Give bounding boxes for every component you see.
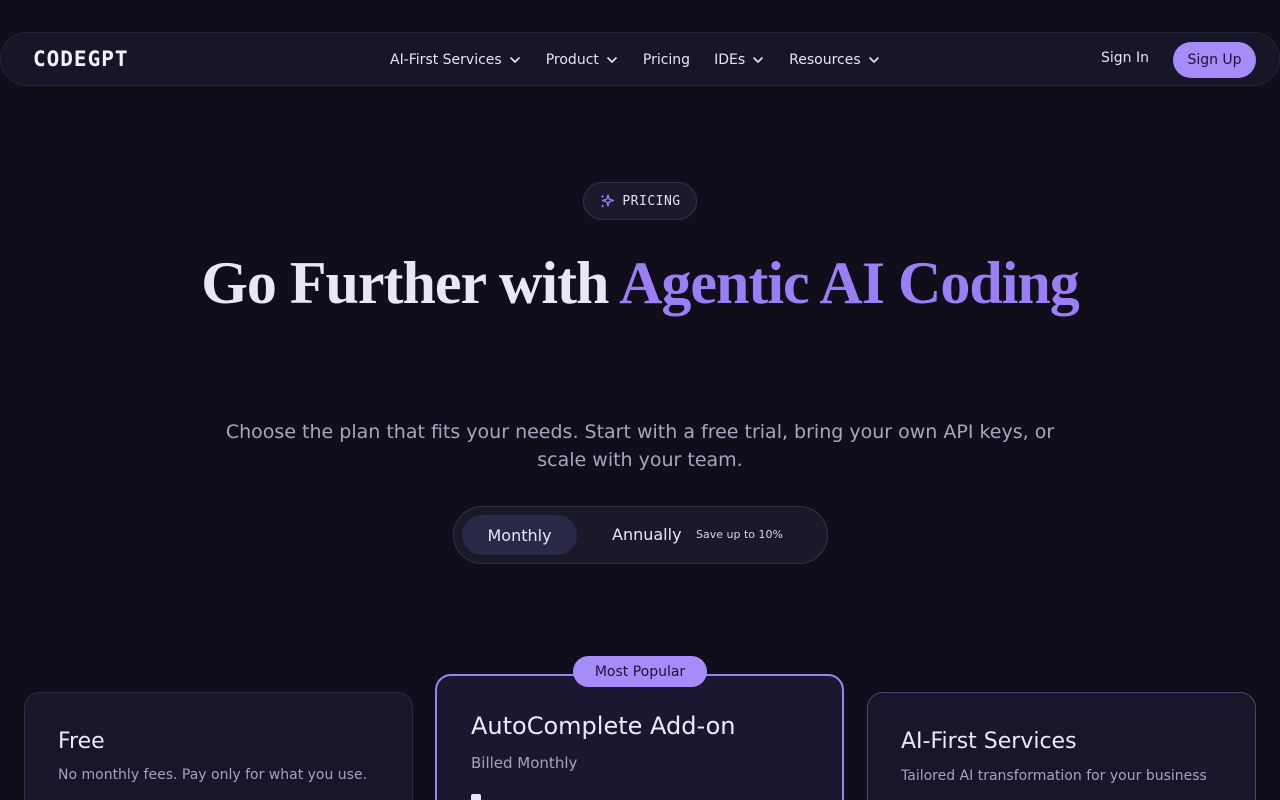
most-popular-badge: Most Popular <box>573 656 707 687</box>
nav-item-label: Pricing <box>642 52 691 68</box>
plan-title: AI-First Services <box>901 729 1077 754</box>
plan-title: AutoComplete Add-on <box>471 712 736 740</box>
codegpt-logo[interactable]: CODEGPT <box>33 47 129 71</box>
chevron-down-icon <box>607 57 617 63</box>
title-plain: Go Further with <box>201 250 620 316</box>
sign-in-link[interactable]: Sign In <box>1101 50 1149 66</box>
plan-card-autocomplete: AutoComplete Add-on Billed Monthly <box>435 674 844 800</box>
chevron-down-icon <box>868 57 879 63</box>
nav-item-label: Resources <box>789 52 861 68</box>
plan-title: Free <box>58 729 105 754</box>
plan-description: Billed Monthly <box>471 754 578 772</box>
sign-up-button[interactable]: Sign Up <box>1173 42 1256 78</box>
page-subtitle: Choose the plan that fits your needs. St… <box>225 421 1055 471</box>
title-accent: Agentic AI Coding <box>619 250 1080 316</box>
nav-item-product[interactable]: Product <box>546 52 619 68</box>
billing-toggle: Monthly Annually Save up to 10% <box>453 506 828 564</box>
price-glyph <box>471 794 481 800</box>
chevron-down-icon <box>509 57 520 63</box>
nav-item-resources[interactable]: Resources <box>789 52 881 68</box>
plan-card-free: Free No monthly fees. Pay only for what … <box>24 692 413 800</box>
nav-item-ides[interactable]: IDEs <box>714 52 765 68</box>
annually-option[interactable]: Annually <box>612 525 682 544</box>
sparkles-icon <box>600 194 615 208</box>
nav-item-label: AI-First Services <box>390 52 502 68</box>
nav-item-pricing[interactable]: Pricing <box>643 52 690 68</box>
nav-item-label: Product <box>545 52 599 68</box>
pricing-badge: PRICING <box>583 182 697 220</box>
nav-item-ai-first-services[interactable]: AI-First Services <box>390 52 522 68</box>
top-navbar: CODEGPT AI-First Services Product Pricin… <box>0 32 1280 86</box>
nav-item-label: IDEs <box>714 52 746 68</box>
chevron-down-icon <box>753 57 763 63</box>
plan-description: Tailored AI transformation for your busi… <box>901 768 1207 784</box>
plan-card-ai-first-services: AI-First Services Tailored AI transforma… <box>867 692 1256 800</box>
save-note: Save up to 10% <box>696 528 783 541</box>
badge-label: PRICING <box>622 193 681 209</box>
page-title: Go Further with Agentic AI Coding <box>0 246 1280 320</box>
plan-description: No monthly fees. Pay only for what you u… <box>58 767 368 783</box>
monthly-option[interactable]: Monthly <box>462 515 577 555</box>
nav-links: AI-First Services Product Pricing IDEs R… <box>390 33 905 87</box>
